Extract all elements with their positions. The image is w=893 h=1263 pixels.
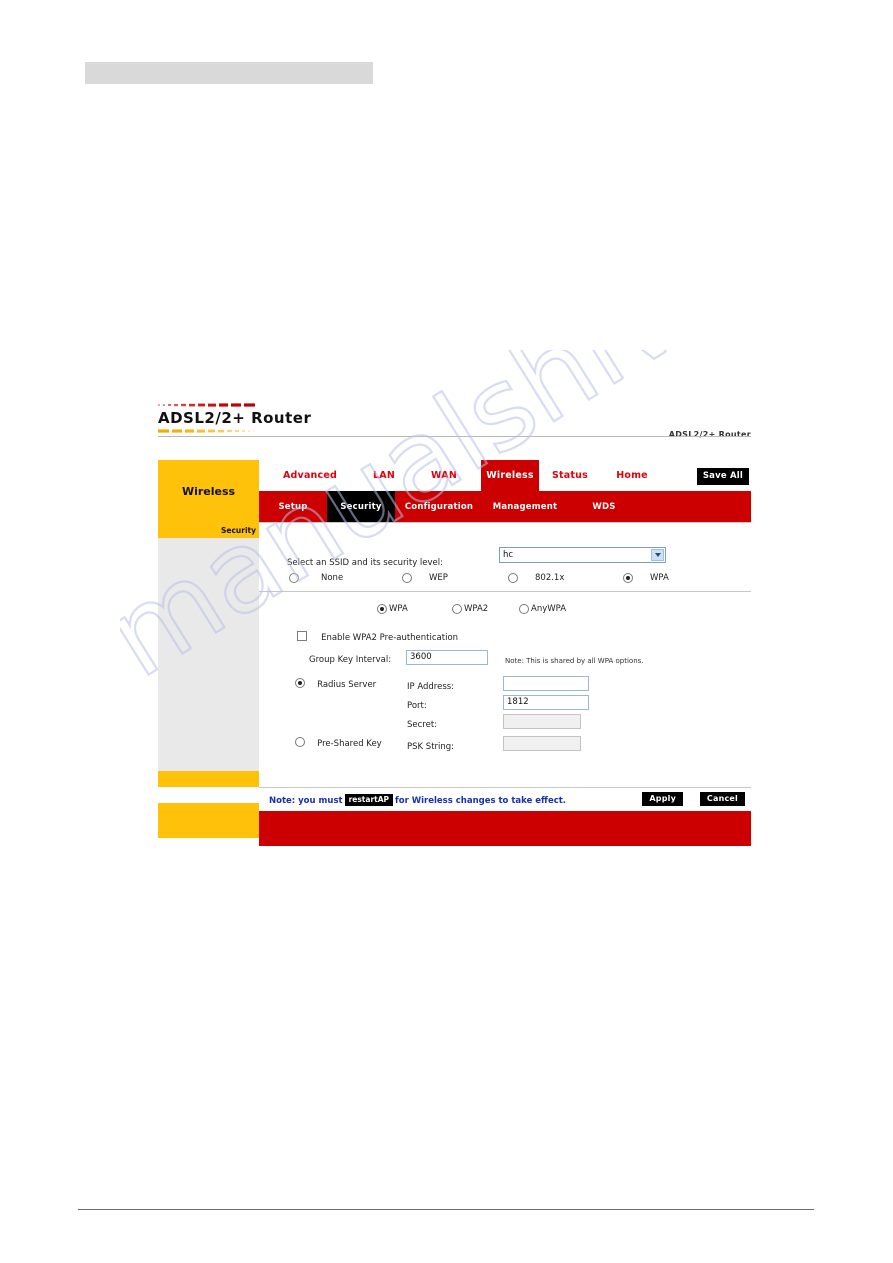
- cancel-button[interactable]: Cancel: [699, 792, 745, 806]
- pre-shared-key-radio[interactable]: [295, 736, 305, 747]
- security-level-radio-wep[interactable]: [402, 573, 412, 583]
- model-name-right: ADSL2/2+ Router: [668, 430, 751, 439]
- security-level-label-none: None: [321, 573, 344, 583]
- security-level-divider: [259, 591, 751, 592]
- radius-server-radio[interactable]: [295, 677, 305, 688]
- tab-wireless[interactable]: Wireless: [481, 460, 539, 491]
- subtab-setup[interactable]: Setup: [259, 491, 327, 522]
- group-key-note: Note: This is shared by all WPA options.: [505, 648, 644, 667]
- ip-address-label: IP Address:: [407, 682, 455, 692]
- restart-note-prefix: Note: you must: [269, 796, 343, 806]
- security-level-radio-none[interactable]: [289, 573, 299, 583]
- logo-block: ADSL2/2+ Router ADSL2/2+ Router: [158, 403, 751, 449]
- sidebar-footer-accent: [158, 771, 259, 787]
- brand-section-label: Wireless: [181, 484, 236, 498]
- ip-address-input-wrap: [503, 670, 589, 691]
- subtab-wds[interactable]: WDS: [579, 491, 629, 522]
- subtab-configuration[interactable]: Configuration: [395, 491, 483, 522]
- security-level-label-wep: WEP: [429, 573, 448, 583]
- chevron-down-icon[interactable]: [651, 549, 664, 561]
- wpa-mode-radio-anywpa[interactable]: [519, 604, 529, 614]
- restart-ap-button[interactable]: restartAP: [344, 794, 394, 806]
- secondary-tab-bar: Setup Security Configuration Management WDS: [259, 491, 751, 522]
- security-form: Select an SSID and its security level: h…: [259, 523, 751, 787]
- logo-dash-bar-bottom: [158, 429, 255, 433]
- radius-server-label: Radius Server: [317, 680, 377, 690]
- logo-text: ADSL2/2+ Router: [158, 409, 312, 427]
- group-key-input-wrap: [406, 644, 488, 665]
- group-key-label: Group Key Interval:: [309, 647, 391, 666]
- wpa-mode-label-anywpa: AnyWPA: [531, 604, 567, 614]
- port-input-wrap: [503, 689, 589, 710]
- sidebar-bottom-accent: [158, 803, 259, 838]
- sidebar: Security: [158, 522, 259, 838]
- action-bar: Note: you must restartAP for Wireless chan…: [259, 788, 751, 811]
- wpa-mode-radio-wpa[interactable]: [377, 604, 387, 614]
- secret-input[interactable]: [503, 713, 581, 729]
- ssid-label-row: Select an SSID and its security level:: [287, 550, 443, 569]
- tab-advanced[interactable]: Advanced: [265, 460, 355, 491]
- security-level-radio-wpa[interactable]: [623, 573, 633, 583]
- subtab-security[interactable]: Security: [327, 491, 395, 522]
- group-key-note-text: Note: This is shared by all WPA options.: [505, 657, 644, 665]
- restart-note-suffix: for Wireless changes to take effect.: [395, 796, 567, 806]
- header-divider: [158, 436, 751, 437]
- restart-note: Note: you must restartAP for Wireless chan…: [269, 794, 566, 806]
- security-level-label-8021x: 802.1x: [535, 573, 565, 583]
- secret-label: Secret:: [407, 720, 438, 730]
- wpa-mode-radio-wpa2[interactable]: [452, 604, 462, 614]
- wpa-mode-label-wpa: WPA: [389, 604, 408, 614]
- wpa-mode-label-wpa2: WPA2: [464, 604, 489, 614]
- document-grey-bar: [85, 62, 373, 84]
- apply-button[interactable]: Apply: [642, 792, 683, 806]
- group-key-interval-input[interactable]: [406, 649, 488, 665]
- tab-lan[interactable]: LAN: [355, 460, 413, 491]
- security-level-radio-8021x[interactable]: [508, 573, 518, 583]
- sidebar-filler: [158, 538, 259, 771]
- preauth-row: Enable WPA2 Pre-authentication: [297, 625, 458, 644]
- preauth-checkbox[interactable]: [297, 630, 307, 641]
- primary-tab-bar: Home Status Wireless WAN LAN Advanced Save Al…: [259, 460, 751, 491]
- port-label: Port:: [407, 701, 427, 711]
- secret-input-wrap: [503, 708, 581, 729]
- psk-string-input[interactable]: [503, 735, 581, 751]
- document-footer-rule: [78, 1209, 814, 1210]
- router-admin-ui: ADSL2/2+ Router ADSL2/2+ Router Wireless…: [158, 403, 751, 846]
- save-all-button[interactable]: Save All: [696, 468, 749, 485]
- pre-shared-key-option[interactable]: Pre-Shared Key: [295, 731, 382, 750]
- tab-wan[interactable]: WAN: [413, 460, 475, 491]
- sidebar-section-label: Security: [220, 525, 256, 535]
- group-key-interval-label: Group Key Interval:: [309, 655, 392, 665]
- logo-dash-bar-top: [158, 403, 255, 407]
- radius-server-option[interactable]: Radius Server: [295, 672, 376, 691]
- brand-section-box: Wireless: [158, 460, 259, 522]
- ssid-label: Select an SSID and its security level:: [287, 558, 444, 568]
- navigation: Wireless Home Status Wireless WAN LAN Advance…: [158, 460, 751, 522]
- preauth-label: Enable WPA2 Pre-authentication: [321, 633, 459, 643]
- subtab-management[interactable]: Management: [483, 491, 567, 522]
- psk-string-input-wrap: [503, 730, 581, 751]
- security-level-label-wpa: WPA: [650, 573, 669, 583]
- tab-status[interactable]: Status: [539, 460, 601, 491]
- psk-string-label: PSK String:: [407, 742, 455, 752]
- ssid-select-value: hc: [503, 550, 514, 560]
- sidebar-section-header: Security: [158, 522, 259, 538]
- content-panel: Select an SSID and its security level: h…: [259, 522, 751, 846]
- ssid-select[interactable]: hc: [499, 547, 666, 563]
- red-footer-bar: [259, 811, 751, 846]
- pre-shared-key-label: Pre-Shared Key: [317, 739, 382, 749]
- sidebar-gap: [158, 787, 259, 803]
- tab-home[interactable]: Home: [601, 460, 663, 491]
